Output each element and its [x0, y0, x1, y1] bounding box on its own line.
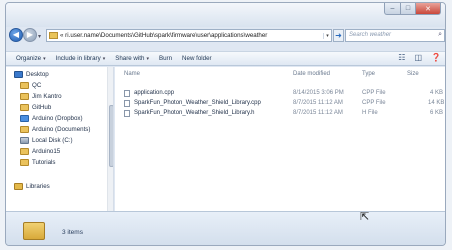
- file-size: 6 KB: [430, 110, 444, 116]
- organize-button[interactable]: Organize ▾: [16, 55, 46, 62]
- library-icon: [14, 182, 23, 190]
- cpp-file-icon: [124, 100, 130, 107]
- sidebar-item-local-disk[interactable]: Local Disk (C:): [20, 135, 73, 145]
- explorer-window: – □ ✕ ◀ ▶ ▾ « ri.user.name\Documents\Git…: [5, 2, 446, 246]
- folder-icon: [20, 81, 29, 89]
- file-date: 8/7/2015 11:12 AM: [293, 100, 343, 106]
- desktop-icon: [14, 70, 23, 78]
- dropbox-folder-icon: [20, 114, 29, 122]
- column-header-date-modified[interactable]: Date modified: [293, 71, 330, 77]
- sidebar-item-label: Arduino (Documents): [32, 125, 91, 133]
- folder-icon: [20, 125, 29, 133]
- sidebar-item-tutorials[interactable]: Tutorials: [20, 157, 56, 167]
- table-row[interactable]: application.cpp 8/14/2015 3:06 PM CPP Fi…: [115, 89, 445, 99]
- sidebar-item-desktop[interactable]: Desktop: [14, 69, 49, 79]
- sidebar-item-arduino-documents[interactable]: Arduino (Documents): [20, 124, 90, 134]
- chevron-down-icon: ▾: [146, 56, 149, 62]
- file-name: application.cpp: [134, 90, 175, 96]
- sidebar-item-arduino-dropbox[interactable]: Arduino (Dropbox): [20, 113, 83, 123]
- sidebar-item-label: Desktop: [26, 70, 49, 78]
- file-name: SparkFun_Photon_Weather_Shield_Library.h: [134, 110, 255, 116]
- file-type: H File: [362, 110, 378, 116]
- recent-pages-dropdown[interactable]: ▾: [38, 33, 44, 40]
- sidebar-item-label: Libraries: [26, 182, 50, 190]
- file-name: SparkFun_Photon_Weather_Shield_Library.c…: [134, 100, 261, 106]
- file-list: Name Date modified Type Size application…: [115, 67, 445, 211]
- sidebar-scrollbar-thumb[interactable]: [109, 105, 113, 167]
- navigation-pane: Desktop QC Jim Kantro GitHub Arduino (Dr…: [6, 67, 114, 211]
- folder-icon: [49, 32, 58, 39]
- address-bar[interactable]: « ri.user.name\Documents\GitHub\spark\fi…: [46, 29, 332, 42]
- table-row[interactable]: SparkFun_Photon_Weather_Shield_Library.h…: [115, 109, 445, 119]
- close-button[interactable]: ✕: [415, 3, 441, 15]
- sidebar-item-label: Local Disk (C:): [32, 136, 73, 144]
- folder-icon: [23, 222, 45, 240]
- chevron-down-icon: ▾: [102, 56, 106, 62]
- sidebar-item-label: Tutorials: [32, 158, 56, 166]
- file-size: 14 KB: [428, 100, 445, 106]
- sidebar-item-libraries[interactable]: Libraries: [14, 181, 50, 191]
- sidebar-item-jim-kantro[interactable]: Jim Kantro: [20, 91, 62, 101]
- include-in-library-label: Include in library: [55, 55, 101, 62]
- minimize-button[interactable]: –: [384, 3, 401, 15]
- views-icon[interactable]: ☷: [398, 53, 405, 62]
- chevron-down-icon: ▾: [43, 56, 46, 62]
- address-path[interactable]: « ri.user.name\Documents\GitHub\spark\fi…: [60, 32, 323, 39]
- file-type: CPP File: [362, 90, 386, 96]
- preview-pane-icon[interactable]: ◫: [414, 53, 422, 62]
- h-file-icon: [124, 110, 130, 117]
- column-header-name[interactable]: Name: [124, 71, 140, 77]
- mouse-cursor-icon: ⇱: [360, 211, 370, 223]
- folder-icon: [20, 92, 29, 100]
- file-date: 8/7/2015 11:12 AM: [293, 110, 343, 116]
- file-size: 4 KB: [430, 90, 444, 96]
- sidebar-item-github[interactable]: GitHub: [20, 102, 51, 112]
- cpp-file-icon: [124, 90, 130, 97]
- organize-label: Organize: [16, 55, 42, 62]
- new-folder-button[interactable]: New folder: [182, 55, 212, 62]
- sidebar-item-qc[interactable]: QC: [20, 80, 41, 90]
- forward-button[interactable]: ▶: [23, 28, 37, 42]
- item-count: 3 items: [62, 229, 83, 236]
- file-date: 8/14/2015 3:06 PM: [293, 90, 344, 96]
- folder-icon: [20, 103, 29, 111]
- sidebar-item-label: QC: [32, 81, 42, 89]
- folder-icon: [20, 158, 29, 166]
- sidebar-scrollbar[interactable]: [107, 67, 113, 211]
- table-row[interactable]: SparkFun_Photon_Weather_Shield_Library.c…: [115, 99, 445, 109]
- sidebar-item-label: Arduino15: [32, 147, 61, 155]
- maximize-button[interactable]: □: [400, 3, 416, 15]
- sidebar-item-label: Jim Kantro: [32, 92, 62, 100]
- search-input[interactable]: Search weather ⌕: [345, 29, 445, 42]
- share-with-button[interactable]: Share with ▾: [115, 55, 149, 62]
- sidebar-item-label: Arduino (Dropbox): [32, 114, 83, 122]
- details-pane: 3 items: [6, 211, 445, 245]
- share-with-label: Share with: [115, 55, 145, 62]
- column-header-size[interactable]: Size: [407, 71, 419, 77]
- disk-icon: [20, 136, 29, 144]
- folder-icon: [20, 147, 29, 155]
- refresh-button[interactable]: ➜: [333, 29, 344, 42]
- back-button[interactable]: ◀: [9, 28, 23, 42]
- search-placeholder: Search weather: [349, 32, 392, 38]
- search-icon[interactable]: ⌕: [438, 31, 442, 39]
- include-in-library-button[interactable]: Include in library ▾: [56, 55, 106, 62]
- title-bar: – □ ✕: [6, 3, 445, 27]
- burn-button[interactable]: Burn: [159, 55, 172, 62]
- file-type: CPP File: [362, 100, 386, 106]
- column-header-type[interactable]: Type: [362, 71, 375, 77]
- help-icon[interactable]: ❓: [431, 53, 441, 62]
- address-dropdown-button[interactable]: ▾: [323, 32, 331, 39]
- sidebar-item-arduino15[interactable]: Arduino15: [20, 146, 60, 156]
- sidebar-item-label: GitHub: [32, 103, 52, 111]
- command-bar: Organize ▾ Include in library ▾ Share with…: [6, 51, 445, 66]
